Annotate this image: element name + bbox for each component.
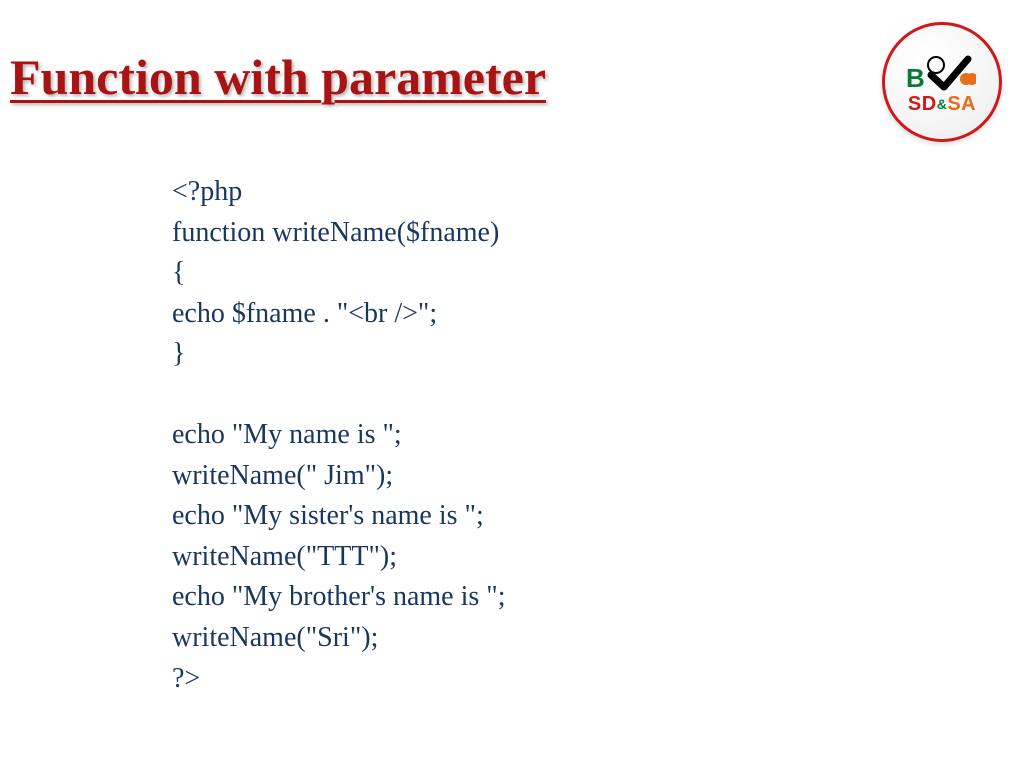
blank-line: [172, 375, 506, 415]
code-block: <?php function writeName($fname) { echo …: [172, 172, 506, 699]
code-line-12: ?>: [172, 659, 506, 700]
logo-text-sd: SD: [908, 93, 937, 115]
code-line-4: echo $fname . "<br />";: [172, 294, 506, 335]
code-line-6: echo "My name is ";: [172, 415, 506, 456]
logo-text-sa: SA: [947, 93, 976, 115]
code-line-10: echo "My brother's name is ";: [172, 577, 506, 618]
code-line-11: writeName("Sri");: [172, 618, 506, 659]
logo-badge: B SD&SA: [882, 22, 1002, 142]
code-line-1: <?php: [172, 172, 506, 213]
logo-top-graphic: B: [902, 55, 982, 95]
logo-text: SD&SA: [908, 93, 976, 116]
code-line-9: writeName("TTT");: [172, 537, 506, 578]
code-line-2: function writeName($fname): [172, 213, 506, 254]
code-line-3: {: [172, 253, 506, 294]
logo-letter-b: B: [906, 63, 925, 94]
code-line-5: }: [172, 334, 506, 375]
code-line-8: echo "My sister's name is ";: [172, 496, 506, 537]
code-line-7: writeName(" Jim");: [172, 456, 506, 497]
logo-text-amp: &: [937, 96, 948, 112]
slide-title: Function with parameter: [10, 48, 546, 106]
checkmark-icon: [926, 53, 976, 93]
